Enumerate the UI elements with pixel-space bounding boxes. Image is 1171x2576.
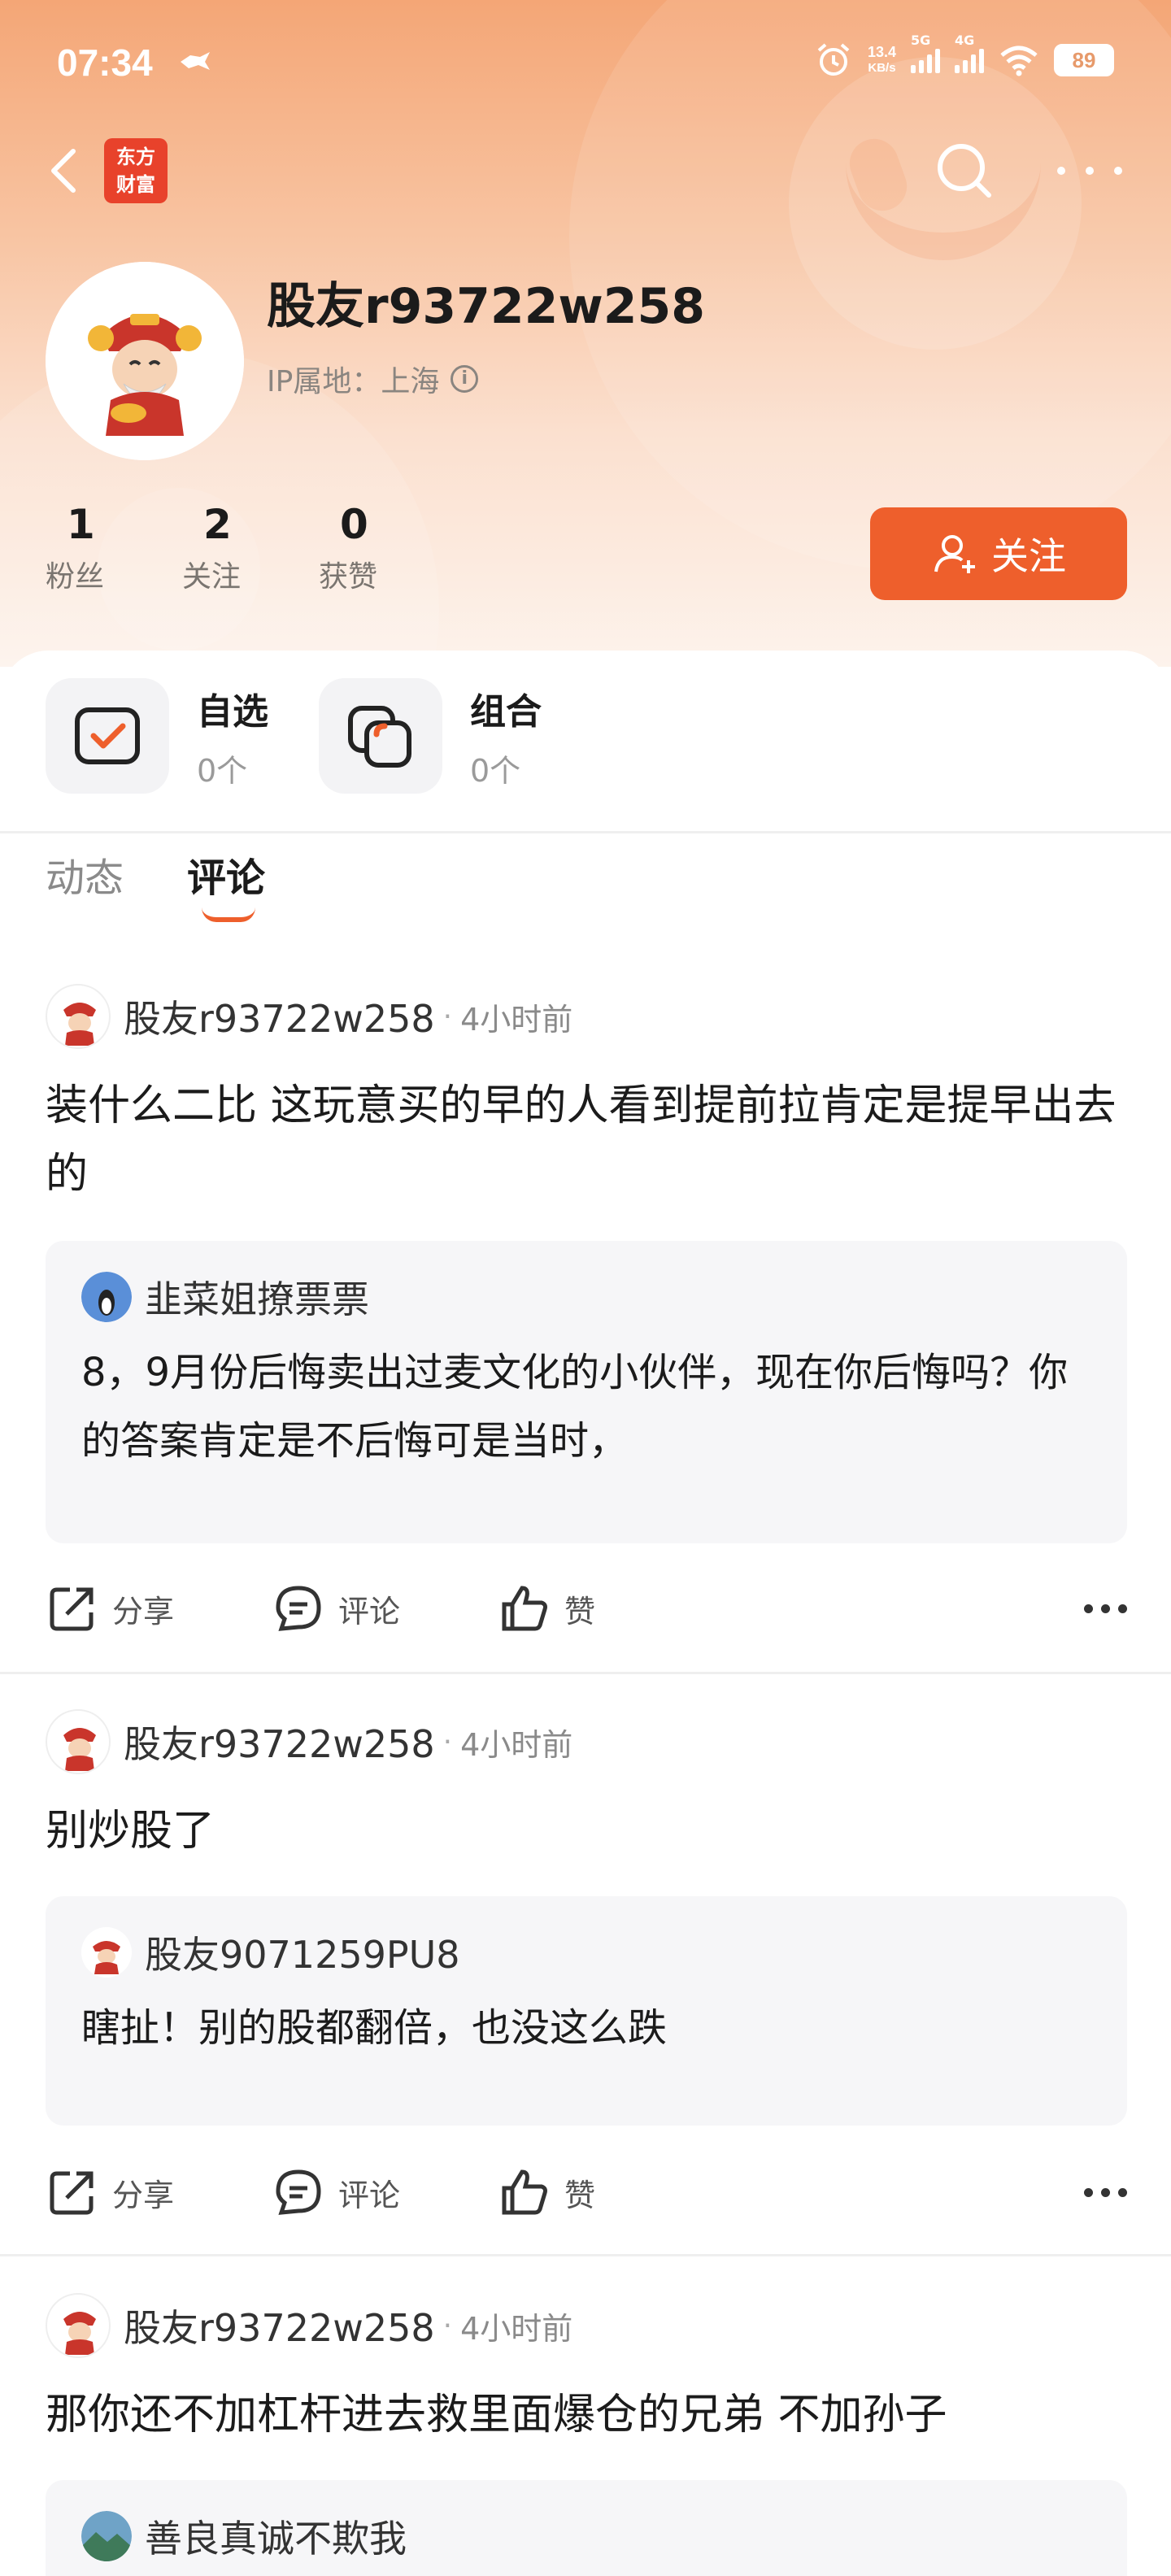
stat-fans[interactable]: 1 粉丝 <box>46 501 182 595</box>
fortune-god-avatar-icon <box>63 1728 96 1771</box>
avatar <box>81 1927 132 1978</box>
quote-author: 股友9071259PU8 <box>145 1933 460 1977</box>
post-time: 4小时前 <box>460 1726 573 1763</box>
watchlist-icon <box>75 707 140 764</box>
avatar <box>81 1272 132 1322</box>
post-time: 4小时前 <box>460 2310 573 2347</box>
avatar <box>81 2511 132 2561</box>
portfolio-count: 0个 <box>470 752 521 789</box>
quoted-post[interactable]: 股友9071259PU8 瞎扯！别的股都翻倍，也没这么跌 <box>46 1896 1127 2126</box>
tab-bar: 动态 评论 <box>46 846 265 922</box>
app-notification-icon <box>181 52 210 70</box>
quote-text: 8，9月份后悔卖出过麦文化的小伙伴，现在你后悔吗？你的答案肯定是不后悔可是当时， <box>81 1350 1069 1464</box>
quoted-post[interactable]: 善良真诚不欺我 <box>46 2480 1127 2576</box>
tab-activity[interactable]: 动态 <box>46 846 124 903</box>
quote-author: 善良真诚不欺我 <box>145 2517 407 2561</box>
back-button[interactable] <box>42 138 91 203</box>
avatar[interactable] <box>46 1709 111 1774</box>
fortune-god-avatar-icon <box>63 1003 96 1046</box>
fortune-god-avatar-icon <box>63 2312 96 2355</box>
share-icon <box>50 2171 94 2215</box>
avatar[interactable] <box>46 2293 111 2358</box>
post-author[interactable]: 股友r93722w258 <box>124 2299 435 2352</box>
post-actions: 分享 评论 赞 <box>46 2160 1127 2225</box>
divider <box>0 2254 1171 2256</box>
add-user-icon <box>934 535 975 573</box>
share-icon <box>50 1587 94 1631</box>
signal-4g-icon: 4G <box>955 33 984 73</box>
watchlist-title: 自选 <box>197 690 268 733</box>
watchlist-tile[interactable]: 自选 0个 <box>46 678 268 794</box>
post-header: 股友r93722w258 · 4小时前 <box>46 1709 572 1774</box>
divider <box>0 831 1171 833</box>
back-chevron-icon <box>51 149 76 193</box>
active-tab-indicator <box>202 907 256 922</box>
more-button[interactable] <box>1057 150 1122 191</box>
portfolio-title: 组合 <box>470 690 542 733</box>
signal-5g-icon: 5G <box>911 33 940 73</box>
post-header: 股友r93722w258 · 4小时前 <box>46 2293 572 2358</box>
comment-icon <box>276 2169 321 2215</box>
wifi-icon <box>1000 46 1038 76</box>
post-author[interactable]: 股友r93722w258 <box>124 990 435 1043</box>
quote-author: 韭菜姐撩票票 <box>145 1277 369 1321</box>
penguin-avatar-icon <box>81 1272 132 1322</box>
share-button[interactable]: 分享 <box>46 2165 272 2219</box>
alarm-icon <box>817 43 850 76</box>
quoted-post[interactable]: 韭菜姐撩票票 8，9月份后悔卖出过麦文化的小伙伴，现在你后悔吗？你的答案肯定是不… <box>46 1241 1127 1543</box>
profile-stats: 1 粉丝 2 关注 0 获赞 <box>46 501 455 595</box>
app-logo: 东方 财富 <box>104 138 168 203</box>
divider <box>0 1672 1171 1674</box>
post-body[interactable]: 那你还不加杠杆进去救里面爆仓的兄弟 不加孙子 <box>46 2381 1127 2449</box>
comment-icon <box>276 1586 321 1631</box>
like-button[interactable]: 赞 <box>498 1582 724 1635</box>
stat-following[interactable]: 2 关注 <box>182 501 319 595</box>
tab-comments[interactable]: 评论 <box>187 846 265 922</box>
search-button[interactable] <box>927 138 1000 203</box>
search-icon <box>938 144 991 198</box>
fortune-god-avatar-icon <box>46 262 244 460</box>
watchlist-count: 0个 <box>197 752 248 789</box>
post-body[interactable]: 装什么二比 这玩意买的早的人看到提前拉肯定是提早出去的 <box>46 1072 1127 1208</box>
portfolio-tile[interactable]: 组合 0个 <box>319 678 542 794</box>
follow-button[interactable]: 关注 <box>870 507 1127 600</box>
post-header: 股友r93722w258 · 4小时前 <box>46 984 572 1049</box>
quote-text: 瞎扯！别的股都翻倍，也没这么跌 <box>81 2005 668 2051</box>
battery-indicator: 89 <box>1054 44 1114 76</box>
landscape-avatar-icon <box>81 2511 132 2561</box>
info-icon[interactable]: i <box>451 365 479 393</box>
ip-location: IP属地：上海 i <box>267 358 479 400</box>
more-dots-icon <box>1057 167 1065 175</box>
post-time: 4小时前 <box>460 1001 573 1038</box>
post-body[interactable]: 别炒股了 <box>46 1797 1127 1865</box>
thumbs-up-icon <box>502 2169 547 2215</box>
comment-button[interactable]: 评论 <box>272 2165 498 2219</box>
post-actions: 分享 评论 赞 <box>46 1576 1127 1641</box>
thumbs-up-icon <box>502 1586 547 1631</box>
post-author[interactable]: 股友r93722w258 <box>124 1715 435 1769</box>
like-button[interactable]: 赞 <box>498 2165 724 2219</box>
network-speed: 13.4 KB/s <box>867 44 896 75</box>
profile-avatar[interactable] <box>46 262 244 460</box>
fortune-god-avatar-icon <box>81 1927 132 1978</box>
stat-likes[interactable]: 0 获赞 <box>319 501 455 595</box>
portfolio-icon <box>348 706 411 768</box>
more-options-button[interactable] <box>1084 1603 1127 1613</box>
share-button[interactable]: 分享 <box>46 1582 272 1635</box>
more-options-button[interactable] <box>1084 2187 1127 2197</box>
avatar[interactable] <box>46 984 111 1049</box>
comment-button[interactable]: 评论 <box>272 1582 498 1635</box>
profile-username: 股友r93722w258 <box>267 278 706 335</box>
status-bar: 07:34 13.4 KB/s 5G 4G 89 <box>0 0 1171 130</box>
status-time: 07:34 <box>57 41 153 84</box>
